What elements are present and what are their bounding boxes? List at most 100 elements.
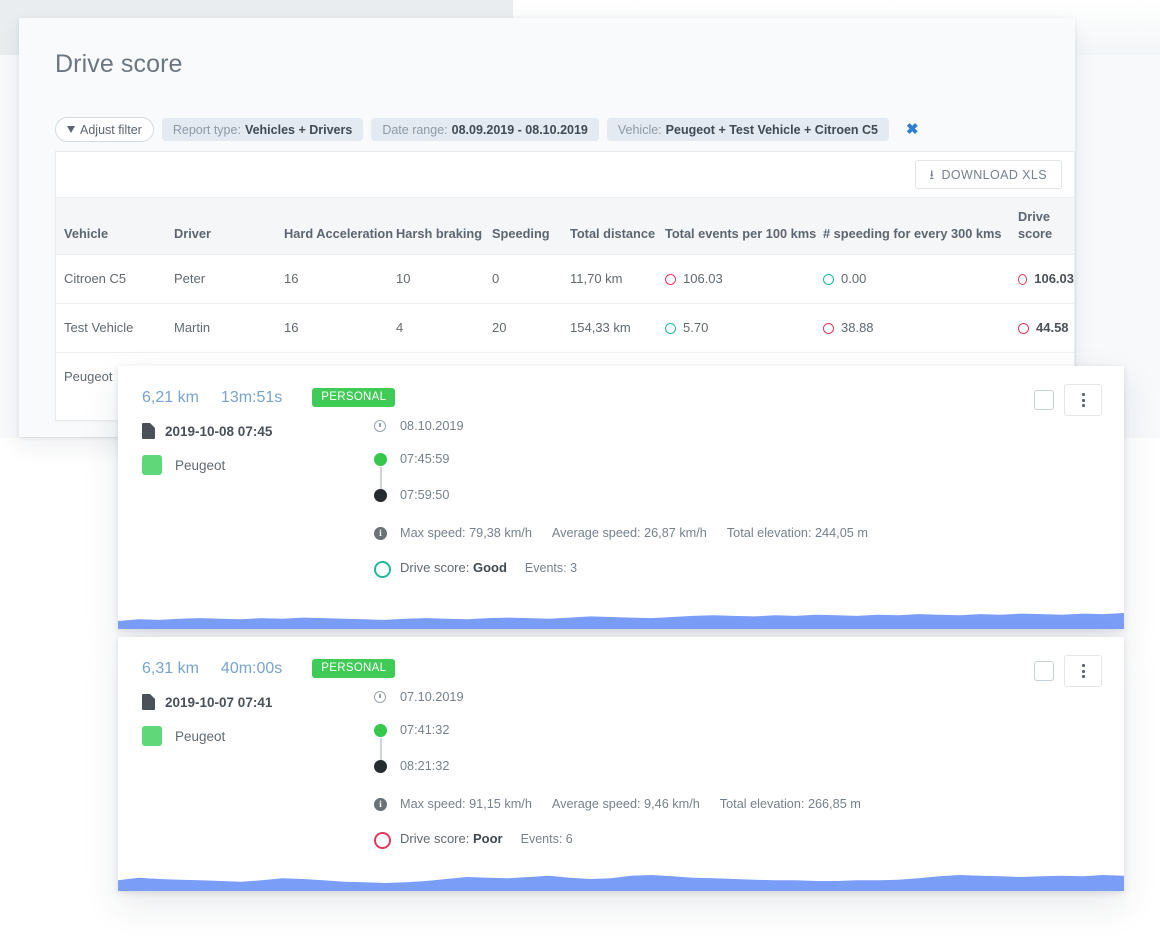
filter-chip-date-range[interactable]: Date range: 08.09.2019 - 08.10.2019 bbox=[371, 118, 599, 141]
trip-vehicle-name: Peugeot bbox=[175, 458, 225, 473]
download-xls-label: DOWNLOAD XLS bbox=[941, 168, 1047, 182]
trip-menu-button[interactable] bbox=[1064, 384, 1102, 416]
cell-vehicle: Test Vehicle bbox=[56, 303, 174, 352]
cell-drive-score: 44.58 bbox=[1018, 303, 1074, 352]
filter-chip-report-type[interactable]: Report type: Vehicles + Drivers bbox=[162, 118, 363, 141]
trip-max-speed: Max speed: 91,15 km/h bbox=[400, 797, 532, 811]
trip-end-row: 07:59:50 bbox=[374, 488, 1124, 512]
trip-select-checkbox[interactable] bbox=[1034, 390, 1054, 410]
col-drive-score[interactable]: Drive score bbox=[1018, 198, 1074, 255]
table-row[interactable]: Citroen C5 Peter 16 10 0 11,70 km 106.03… bbox=[56, 254, 1074, 303]
filter-funnel-icon bbox=[67, 126, 75, 133]
start-dot-icon bbox=[374, 453, 387, 466]
trip-stats: Max speed: 91,15 km/h Average speed: 9,4… bbox=[400, 797, 861, 811]
trip-select-checkbox[interactable] bbox=[1034, 661, 1054, 681]
cell-harsh-braking: 10 bbox=[396, 254, 492, 303]
trip-card[interactable]: 6,31 km 40m:00s PERSONAL 2019-10-07 07:4… bbox=[118, 637, 1124, 891]
value: 106.03 bbox=[1034, 271, 1074, 286]
adjust-filter-button[interactable]: Adjust filter bbox=[55, 117, 154, 142]
trip-start-time: 07:45:59 bbox=[400, 452, 449, 466]
clock-icon-wrap bbox=[374, 690, 400, 703]
kebab-dot-icon bbox=[1082, 675, 1085, 678]
trip-end-row: 08:21:32 bbox=[374, 759, 1124, 783]
trip-average-speed: Average speed: 26,87 km/h bbox=[552, 526, 707, 540]
col-hard-acceleration[interactable]: Hard Acceleration bbox=[284, 198, 396, 255]
trip-duration: 40m:00s bbox=[221, 660, 282, 678]
download-xls-button[interactable]: ⭳ DOWNLOAD XLS bbox=[915, 160, 1062, 189]
col-speeding[interactable]: Speeding bbox=[492, 198, 570, 255]
chip-value: 08.09.2019 - 08.10.2019 bbox=[452, 123, 588, 137]
cell-speeding: 20 bbox=[492, 303, 570, 352]
filter-chip-vehicle[interactable]: Vehicle: Peugeot + Test Vehicle + Citroe… bbox=[607, 118, 889, 141]
table-header-row: Vehicle Driver Hard Acceleration Harsh b… bbox=[56, 198, 1074, 255]
col-speeding-per-300[interactable]: # speeding for every 300 kms bbox=[823, 198, 1018, 255]
cell-events-per-100: 106.03 bbox=[665, 254, 823, 303]
start-dot-wrap bbox=[374, 723, 400, 737]
col-events-per-100[interactable]: Total events per 100 kms bbox=[665, 198, 823, 255]
trip-summary-column: 2019-10-08 07:45 Peugeot bbox=[142, 415, 374, 584]
elevation-chart bbox=[118, 834, 1124, 891]
col-vehicle[interactable]: Vehicle bbox=[56, 198, 174, 255]
end-dot-wrap bbox=[374, 488, 400, 502]
value: 44.58 bbox=[1036, 320, 1069, 335]
trip-start-row: 07:41:32 bbox=[374, 723, 1124, 747]
trip-distance: 6,21 km bbox=[142, 389, 199, 407]
trip-header: 6,21 km 13m:51s PERSONAL bbox=[118, 366, 1124, 407]
end-dot-icon bbox=[374, 489, 387, 502]
table-toolbar: ⭳ DOWNLOAD XLS bbox=[56, 152, 1074, 197]
trip-date: 08.10.2019 bbox=[400, 419, 464, 433]
trip-actions bbox=[1034, 655, 1102, 687]
trip-total-elevation: Total elevation: 266,85 m bbox=[720, 797, 861, 811]
vehicle-color-swatch bbox=[142, 455, 162, 475]
document-icon bbox=[142, 694, 155, 710]
trip-title-row: 2019-10-07 07:41 bbox=[142, 694, 374, 710]
trip-vehicle-name: Peugeot bbox=[175, 729, 225, 744]
filter-bar: Adjust filter Report type: Vehicles + Dr… bbox=[55, 117, 919, 142]
page-title: Drive score bbox=[55, 50, 183, 79]
status-ring-icon bbox=[1018, 274, 1027, 285]
end-dot-wrap bbox=[374, 759, 400, 773]
col-total-distance[interactable]: Total distance bbox=[570, 198, 665, 255]
trip-duration: 13m:51s bbox=[221, 389, 282, 407]
trip-title-row: 2019-10-08 07:45 bbox=[142, 423, 374, 439]
value: 106.03 bbox=[683, 271, 723, 286]
status-ring-icon bbox=[1018, 323, 1029, 334]
trip-title: 2019-10-07 07:41 bbox=[165, 695, 272, 710]
cell-drive-score: 106.03 bbox=[1018, 254, 1074, 303]
status-ring-icon bbox=[823, 274, 834, 285]
kebab-dot-icon bbox=[1082, 393, 1085, 396]
trip-body: 2019-10-08 07:45 Peugeot 08.10.2019 07:4… bbox=[118, 407, 1124, 584]
value: 0.00 bbox=[841, 271, 866, 286]
trip-average-speed: Average speed: 9,46 km/h bbox=[552, 797, 700, 811]
end-dot-icon bbox=[374, 760, 387, 773]
value: 38.88 bbox=[841, 320, 874, 335]
chip-key: Vehicle: bbox=[618, 123, 662, 137]
cell-speeding-per-300: 0.00 bbox=[823, 254, 1018, 303]
status-ring-icon bbox=[665, 274, 676, 285]
cell-total-distance: 11,70 km bbox=[570, 254, 665, 303]
col-driver[interactable]: Driver bbox=[174, 198, 284, 255]
trip-menu-button[interactable] bbox=[1064, 655, 1102, 687]
trip-header: 6,31 km 40m:00s PERSONAL bbox=[118, 637, 1124, 678]
trip-end-time: 08:21:32 bbox=[400, 759, 449, 773]
table-row[interactable]: Test Vehicle Martin 16 4 20 154,33 km 5.… bbox=[56, 303, 1074, 352]
trip-start-row: 07:45:59 bbox=[374, 452, 1124, 476]
trip-title: 2019-10-08 07:45 bbox=[165, 424, 272, 439]
trip-card[interactable]: 6,21 km 13m:51s PERSONAL 2019-10-08 07:4… bbox=[118, 366, 1124, 629]
info-icon: i bbox=[374, 527, 387, 540]
trip-type-badge: PERSONAL bbox=[312, 388, 395, 407]
timeline-connector bbox=[380, 738, 382, 760]
elevation-chart bbox=[118, 572, 1124, 629]
clear-filters-icon[interactable]: ✖ bbox=[906, 122, 919, 137]
col-harsh-braking[interactable]: Harsh braking bbox=[396, 198, 492, 255]
cell-speeding-per-300: 38.88 bbox=[823, 303, 1018, 352]
trip-type-badge: PERSONAL bbox=[312, 659, 395, 678]
start-dot-wrap bbox=[374, 452, 400, 466]
cell-total-distance: 154,33 km bbox=[570, 303, 665, 352]
cell-vehicle: Citroen C5 bbox=[56, 254, 174, 303]
chip-value: Vehicles + Drivers bbox=[245, 123, 352, 137]
trip-stats-row: i Max speed: 91,15 km/h Average speed: 9… bbox=[374, 797, 1124, 821]
trip-details-column: 07.10.2019 07:41:32 08:21:32 i Max speed… bbox=[374, 686, 1124, 855]
cell-speeding: 0 bbox=[492, 254, 570, 303]
trip-metrics: 6,31 km 40m:00s PERSONAL bbox=[142, 659, 1124, 678]
